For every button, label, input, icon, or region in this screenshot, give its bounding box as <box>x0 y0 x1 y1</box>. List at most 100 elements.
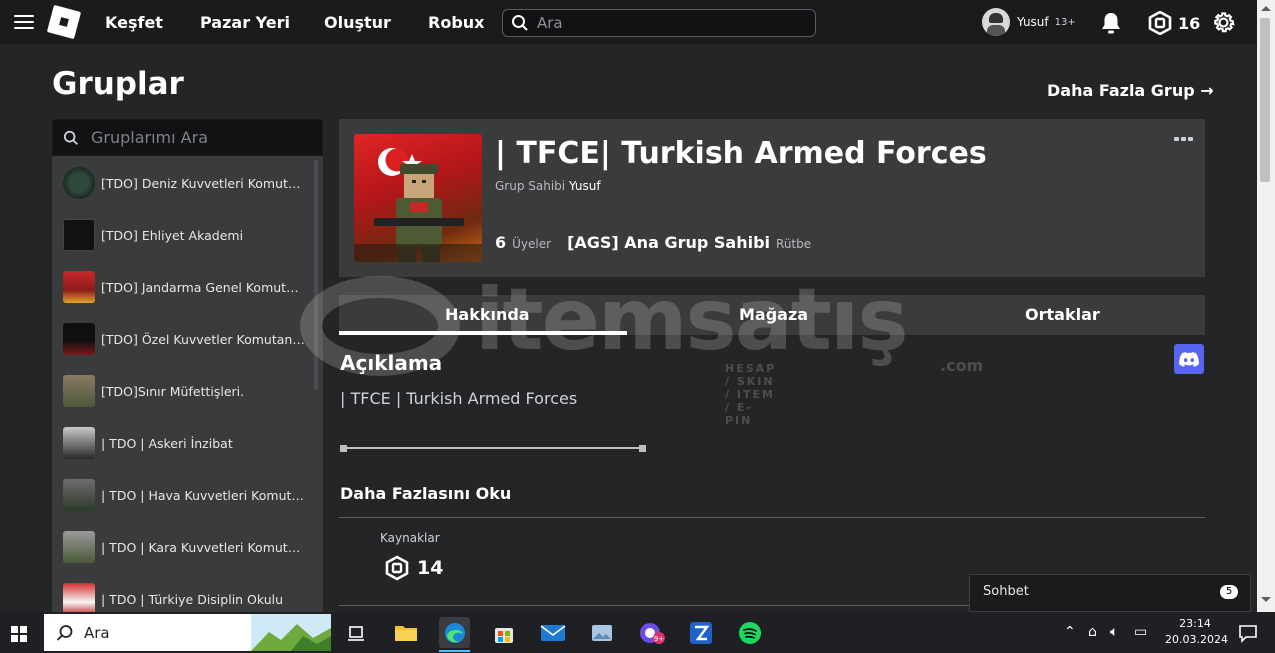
spotify-icon[interactable] <box>734 617 765 648</box>
group-thumbnail <box>63 479 95 511</box>
search-highlight-illustration <box>251 614 331 651</box>
group-header-card: | TFCE| Turkish Armed Forces Grup Sahibi… <box>339 119 1205 277</box>
group-item-name: | TDO | Hava Kuvvetleri Komutanlığı <box>101 487 306 503</box>
owner-name-link[interactable]: Yusuf <box>569 179 601 193</box>
page-scrollbar[interactable] <box>1257 0 1275 612</box>
group-thumbnail <box>63 167 95 199</box>
notifications-icon[interactable] <box>1232 617 1263 648</box>
resources-label: Kaynaklar <box>380 531 440 545</box>
nav-create[interactable]: Oluştur <box>324 13 391 32</box>
read-more-button[interactable]: Daha Fazlasını Oku <box>340 484 511 503</box>
group-item[interactable]: | TDO | Türkiye Disiplin Okulu <box>52 573 323 612</box>
group-item-name: [TDO] Deniz Kuvvetleri Komutanlığı <box>101 175 306 191</box>
group-item[interactable]: [TDO] Jandarma Genel Komutanlığı <box>52 261 323 313</box>
scrollbar-thumb[interactable] <box>1260 18 1270 182</box>
sidebar-scrollbar[interactable] <box>314 160 318 390</box>
group-name: | TFCE| Turkish Armed Forces <box>495 136 987 171</box>
tray-chevron-up-icon[interactable]: ⌃ <box>1064 624 1076 640</box>
user-name: Yusuf <box>1017 15 1049 29</box>
group-tabs: Hakkında Mağaza Ortaklar <box>339 295 1205 335</box>
task-view-icon[interactable] <box>340 617 371 648</box>
group-thumbnail <box>63 323 95 355</box>
search-input[interactable]: Ara <box>502 9 816 37</box>
scroll-down-arrow-icon[interactable] <box>1261 597 1271 602</box>
top-nav: Keşfet Pazar Yeri Oluştur Robux Ara Yusu… <box>0 0 1257 44</box>
nav-robux[interactable]: Robux <box>428 13 484 32</box>
avatar[interactable] <box>982 8 1010 36</box>
menu-icon[interactable] <box>14 15 34 29</box>
description-divider <box>340 444 646 452</box>
edge-browser-icon[interactable] <box>439 617 470 652</box>
owner-label: Grup Sahibi <box>495 179 566 193</box>
group-item[interactable]: | TDO | Kara Kuvvetleri Komutanlığı <box>52 521 323 573</box>
windows-taskbar: Ara 9+ ⌃ ⌂ 🔈︎ ▭ 23:14 20.03.2024 <box>0 612 1275 653</box>
photos-app-icon[interactable] <box>586 617 617 648</box>
group-item[interactable]: | TDO | Askeri İnzibat <box>52 417 323 469</box>
group-item-name: | TDO | Türkiye Disiplin Okulu <box>101 591 284 607</box>
tray-display-icon[interactable]: ▭ <box>1134 624 1147 640</box>
group-thumbnail <box>63 427 95 459</box>
members-count: 6 <box>495 233 507 252</box>
tab-allies[interactable]: Ortaklar <box>1025 305 1100 324</box>
group-item[interactable]: [TDO] Özel Kuvvetler Komutanlığı <box>52 313 323 365</box>
nav-discover[interactable]: Keşfet <box>105 13 163 32</box>
rank-label: Rütbe <box>776 237 812 251</box>
robux-icon <box>1148 11 1172 35</box>
group-list-sidebar: Gruplarımı Ara [TDO] Deniz Kuvvetleri Ko… <box>52 119 323 612</box>
group-item-name: [TDO] Ehliyet Akademi <box>101 227 244 243</box>
group-thumbnail <box>63 271 95 303</box>
group-item-name: [TDO] Özel Kuvvetler Komutanlığı <box>101 331 306 347</box>
section-divider <box>339 517 1205 518</box>
rank-name: [AGS] Ana Grup Sahibi <box>567 233 771 252</box>
tray-volume-icon[interactable]: 🔈︎ <box>1110 624 1118 640</box>
chat-app-icon[interactable]: 9+ <box>636 617 667 648</box>
group-item-name: [TDO]Sınır Müfettişleri. <box>101 383 245 399</box>
browser-viewport: Keşfet Pazar Yeri Oluştur Robux Ara Yusu… <box>0 0 1275 612</box>
group-thumbnail <box>63 583 95 612</box>
group-item[interactable]: [TDO] Deniz Kuvvetleri Komutanlığı <box>52 157 323 209</box>
discord-icon[interactable] <box>1174 344 1204 374</box>
tab-about[interactable]: Hakkında <box>445 305 530 324</box>
group-item[interactable]: [TDO] Ehliyet Akademi <box>52 209 323 261</box>
mail-icon[interactable] <box>537 617 568 648</box>
page-title: Gruplar <box>52 66 184 102</box>
tray-network-icon[interactable]: ⌂ <box>1088 624 1097 640</box>
file-explorer-icon[interactable] <box>390 617 421 648</box>
search-icon <box>56 624 73 641</box>
description-heading: Açıklama <box>340 351 443 375</box>
clock-time: 23:14 <box>1179 617 1211 630</box>
taskbar-search-input[interactable]: Ara <box>44 614 331 651</box>
roblox-logo-icon[interactable] <box>46 4 82 40</box>
robux-count: 16 <box>1178 13 1201 33</box>
microsoft-store-icon[interactable] <box>488 617 519 648</box>
app-launcher-icon[interactable] <box>685 617 716 648</box>
search-placeholder: Ara <box>537 14 563 32</box>
search-icon <box>512 15 528 31</box>
resources-value: 14 <box>385 555 443 581</box>
more-groups-link[interactable]: Daha Fazla Grup → <box>1047 81 1214 100</box>
group-search-input[interactable]: Gruplarımı Ara <box>52 119 323 156</box>
group-thumbnail <box>63 531 95 563</box>
windows-start-icon[interactable] <box>11 626 27 642</box>
group-item-name: | TDO | Kara Kuvvetleri Komutanlığı <box>101 539 306 555</box>
taskbar-clock[interactable]: 23:14 20.03.2024 <box>1165 616 1228 648</box>
nav-marketplace[interactable]: Pazar Yeri <box>200 13 290 32</box>
tab-store[interactable]: Mağaza <box>739 305 808 324</box>
taskbar-search-placeholder: Ara <box>84 623 110 642</box>
chat-panel[interactable]: Sohbet 5 <box>969 574 1251 612</box>
user-profile[interactable]: Yusuf 13+ <box>982 8 1076 36</box>
section-divider <box>339 605 969 606</box>
notification-bell-icon[interactable] <box>1100 11 1122 35</box>
group-thumbnail <box>63 219 95 251</box>
group-stats: 6 Üyeler [AGS] Ana Grup Sahibi Rütbe <box>495 233 811 252</box>
search-icon <box>63 130 78 145</box>
chat-label: Sohbet <box>983 584 1029 599</box>
group-item[interactable]: [TDO]Sınır Müfettişleri. <box>52 365 323 417</box>
group-search-placeholder: Gruplarımı Ara <box>91 128 208 147</box>
more-options-icon[interactable] <box>1174 137 1193 141</box>
robux-balance[interactable]: 16 <box>1148 11 1200 35</box>
settings-gear-icon[interactable] <box>1211 10 1236 35</box>
group-item[interactable]: | TDO | Hava Kuvvetleri Komutanlığı <box>52 469 323 521</box>
scroll-up-arrow-icon[interactable] <box>1261 6 1271 11</box>
group-item-name: [TDO] Jandarma Genel Komutanlığı <box>101 279 306 295</box>
